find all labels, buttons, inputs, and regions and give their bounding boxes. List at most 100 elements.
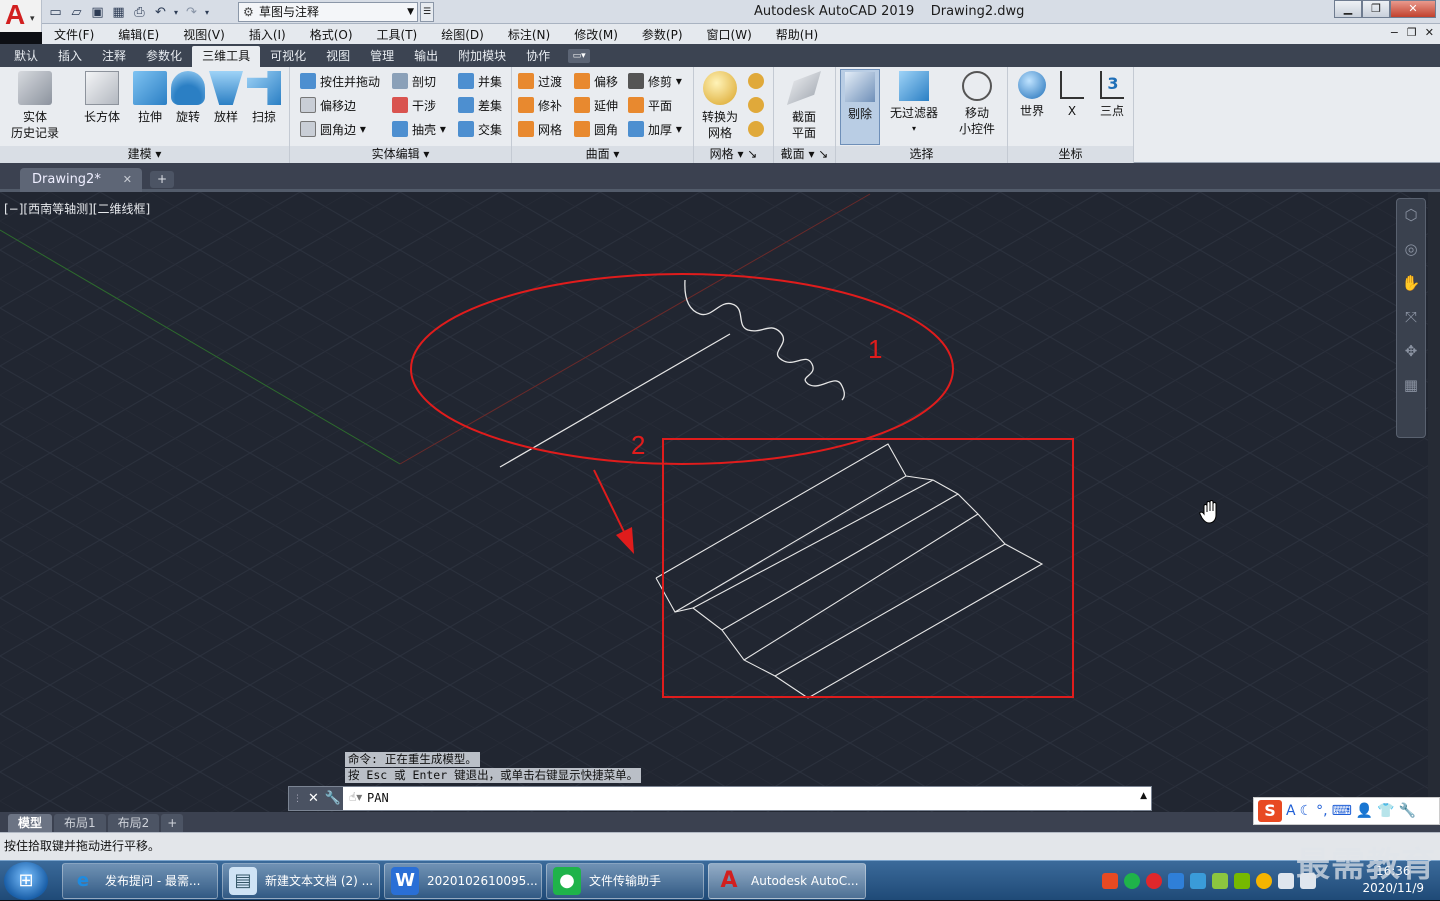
union-button[interactable]: 并集 (458, 71, 502, 91)
tab-parametric[interactable]: 参数化 (136, 46, 192, 67)
shell-button[interactable]: 抽壳 ▾ (392, 119, 446, 139)
menu-format[interactable]: 格式(O) (298, 26, 365, 43)
surface-fillet-button[interactable]: 圆角 (574, 119, 618, 139)
autodesk-tray-icon[interactable] (1212, 873, 1228, 889)
print-icon[interactable]: ⎙ (130, 3, 149, 21)
move-gizmo-button[interactable]: 移动 小控件 (952, 71, 1002, 137)
start-button[interactable]: ⊞ (4, 862, 48, 900)
ime-settings-icon[interactable]: 🔧 (1399, 803, 1416, 819)
undo-dropdown-icon[interactable]: ▾ (172, 3, 180, 21)
loft-button[interactable]: 放样 (208, 71, 244, 125)
intersect-button[interactable]: 交集 (458, 119, 502, 139)
ime-english-icon[interactable]: A (1286, 803, 1296, 819)
fillet-edge-button[interactable]: 圆角边 ▾ (300, 119, 366, 139)
layout-tab-layout1[interactable]: 布局1 (54, 814, 106, 832)
ime-shirt-icon[interactable]: 👕 (1377, 803, 1394, 819)
ime-moon-icon[interactable]: ☾ (1300, 803, 1313, 819)
drawing-canvas[interactable]: 1 2 (0, 192, 1440, 812)
tab-view[interactable]: 视图 (316, 46, 360, 67)
solid-history-button[interactable]: 实体 历史记录 (8, 71, 62, 141)
close-command-icon[interactable]: ✕ (308, 791, 319, 806)
tab-manage[interactable]: 管理 (360, 46, 404, 67)
tab-output[interactable]: 输出 (404, 46, 448, 67)
save-as-icon[interactable]: ▦ (109, 3, 128, 21)
tab-addins[interactable]: 附加模块 (448, 46, 516, 67)
tab-insert[interactable]: 插入 (48, 46, 92, 67)
nvidia-tray-icon[interactable] (1234, 873, 1250, 889)
culling-button[interactable]: 剔除 (840, 69, 880, 145)
sogou-tray-icon[interactable] (1102, 873, 1118, 889)
extrude-button[interactable]: 拉伸 (130, 71, 170, 125)
viewport-label[interactable]: [−][西南等轴测][二维线框] (4, 200, 150, 217)
add-layout-button[interactable]: + (161, 814, 184, 832)
minimize-button[interactable]: ▁ (1334, 0, 1362, 18)
menu-dimension[interactable]: 标注(N) (496, 26, 562, 43)
doc-minimize-icon[interactable]: − (1390, 26, 1399, 39)
menu-view[interactable]: 视图(V) (171, 26, 237, 43)
grip-icon[interactable]: ⋮ (293, 794, 302, 804)
qq-tray-icon[interactable] (1256, 873, 1272, 889)
surface-offset-button[interactable]: 偏移 (574, 71, 618, 91)
layout-tab-model[interactable]: 模型 (8, 814, 53, 832)
network-button[interactable]: 网格 (518, 119, 562, 139)
taskbar-item-wechat[interactable]: ● 文件传输助手 (546, 863, 704, 899)
viewcube-icon[interactable]: ⬡ (1401, 205, 1421, 225)
menu-insert[interactable]: 插入(I) (237, 26, 298, 43)
weibo-tray-icon[interactable] (1146, 873, 1162, 889)
file-tab-drawing2[interactable]: Drawing2* ✕ (20, 168, 142, 192)
panel-surface-title[interactable]: 曲面 ▾ (512, 146, 693, 163)
panel-solid-edit-title[interactable]: 实体编辑 ▾ (290, 146, 511, 163)
menu-file[interactable]: 文件(F) (42, 26, 106, 43)
redo-dropdown-icon[interactable]: ▾ (203, 3, 211, 21)
sweep-button[interactable]: 扫掠 (246, 71, 282, 125)
convert-mesh-button[interactable]: 转换为 网格 (698, 71, 742, 141)
menu-tools[interactable]: 工具(T) (365, 26, 430, 43)
taskbar-item-word[interactable]: W 2020102610095... (384, 863, 542, 899)
taskbar-item-notepad[interactable]: ▤ 新建文本文档 (2) ... (222, 863, 380, 899)
panel-coordinates-title[interactable]: 坐标 (1008, 146, 1133, 163)
open-icon[interactable]: ▱ (67, 3, 86, 21)
layout-tab-layout2[interactable]: 布局2 (107, 814, 160, 832)
section-plane-button[interactable]: 截面 平面 (782, 71, 826, 141)
command-line[interactable]: ⋮ ✕ 🔧 ☝▾ PAN ▲ (288, 786, 1152, 811)
doc-restore-icon[interactable]: ❐ (1407, 26, 1417, 39)
new-icon[interactable]: ▭ (46, 3, 65, 21)
ucs-3point-button[interactable]: 3 三点 (1094, 71, 1130, 119)
mesh-crease-button[interactable] (748, 119, 768, 139)
app-logo[interactable]: A ▾ (0, 0, 42, 32)
blend-button[interactable]: 过渡 (518, 71, 562, 91)
sogou-logo-icon[interactable]: S (1258, 800, 1282, 822)
panel-mesh-title[interactable]: 网格 ▾ ↘ (694, 146, 773, 163)
subtract-button[interactable]: 差集 (458, 95, 502, 115)
menu-help[interactable]: 帮助(H) (764, 26, 830, 43)
tab-visualize[interactable]: 可视化 (260, 46, 316, 67)
workspace-select[interactable]: ⚙ 草图与注释 ▼ (238, 2, 418, 22)
pan-icon[interactable]: ✋ (1401, 273, 1421, 293)
menu-modify[interactable]: 修改(M) (562, 26, 630, 43)
wrench-icon[interactable]: 🔧 (325, 791, 341, 806)
interfere-button[interactable]: 干涉 (392, 95, 436, 115)
ribbon-toggle-icon[interactable]: ▭▾ (568, 49, 591, 63)
showmotion-icon[interactable]: ▦ (1401, 375, 1421, 395)
revolve-button[interactable]: 旋转 (170, 71, 206, 125)
command-history-toggle-icon[interactable]: ▲ (1140, 791, 1147, 801)
ime-user-icon[interactable]: 👤 (1356, 803, 1373, 819)
box-button[interactable]: 长方体 (80, 71, 124, 125)
slice-button[interactable]: 剖切 (392, 71, 436, 91)
extend-button[interactable]: 延伸 (574, 95, 618, 115)
close-button[interactable]: ✕ (1390, 0, 1436, 18)
close-tab-icon[interactable]: ✕ (123, 168, 132, 192)
ucs-x-button[interactable]: X (1054, 71, 1090, 119)
thicken-button[interactable]: 加厚 ▾ (628, 119, 682, 139)
tab-default[interactable]: 默认 (4, 46, 48, 67)
tab-annotate[interactable]: 注释 (92, 46, 136, 67)
mesh-refine-button[interactable] (748, 95, 768, 115)
drawing-viewport[interactable]: 1 2 [−][西南等轴测][二维线框] ⬡ ◎ ✋ ⤧ ✥ ▦ (0, 192, 1440, 812)
menu-window[interactable]: 窗口(W) (695, 26, 764, 43)
mesh-smooth-button[interactable] (748, 71, 768, 91)
presspull-button[interactable]: 按住并拖动 (300, 71, 380, 91)
trim-button[interactable]: 修剪 ▾ (628, 71, 682, 91)
redo-icon[interactable]: ↷ (182, 3, 201, 21)
viewport-scrollbar[interactable] (1428, 192, 1440, 812)
undo-icon[interactable]: ↶ (151, 3, 170, 21)
